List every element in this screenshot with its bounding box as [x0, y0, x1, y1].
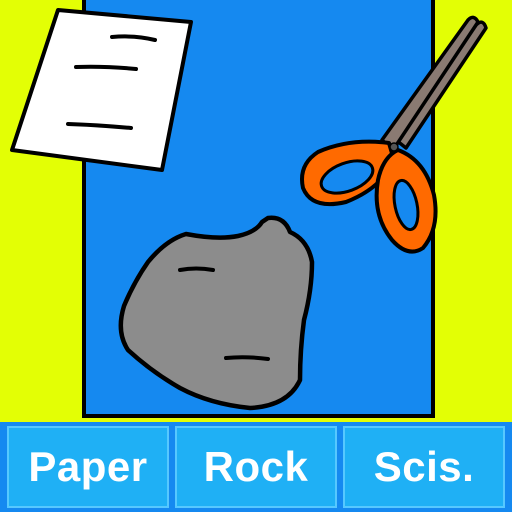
- scissors-button[interactable]: Scis.: [343, 426, 505, 508]
- game-screen: Paper Rock Scis.: [0, 0, 512, 512]
- rock-button[interactable]: Rock: [175, 426, 337, 508]
- scissors-icon: [300, 15, 488, 254]
- paper-sheet-icon: [10, 8, 193, 172]
- choice-button-bar: Paper Rock Scis.: [0, 422, 512, 512]
- paper-button[interactable]: Paper: [7, 426, 169, 508]
- illustration-layer: [10, 8, 488, 411]
- rock-icon: [118, 215, 315, 411]
